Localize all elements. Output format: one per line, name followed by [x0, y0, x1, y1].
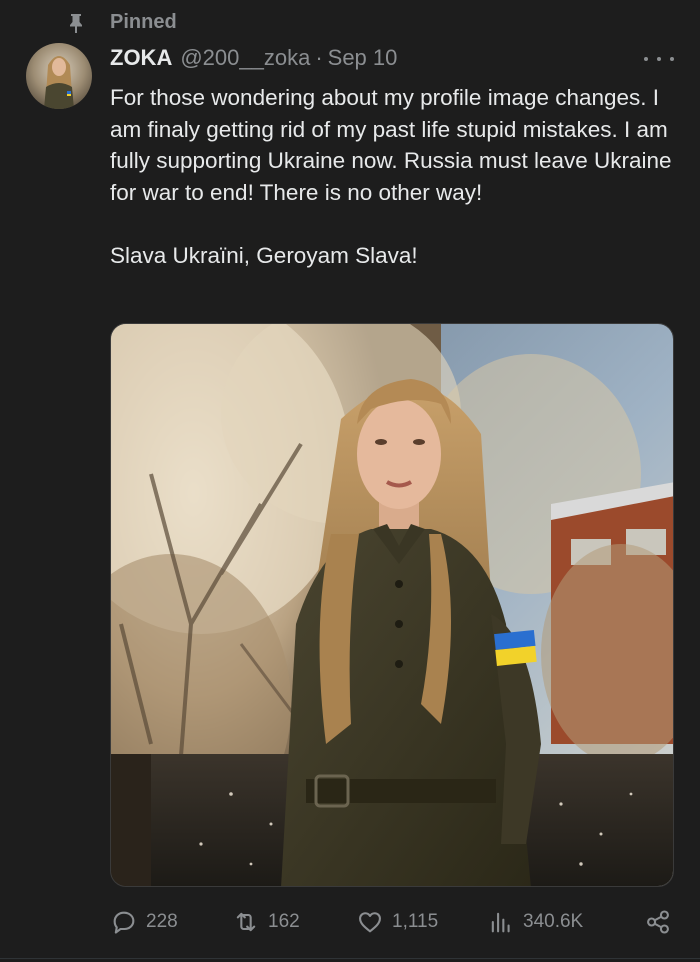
reply-icon — [113, 911, 135, 934]
more-dot-icon — [670, 57, 674, 61]
like-count: 1,115 — [392, 911, 439, 932]
tweet-date[interactable]: Sep 10 — [328, 45, 398, 71]
pinned-indicator — [66, 10, 86, 36]
repost-count: 162 — [268, 911, 300, 932]
tweet-header: ZOKA @200__zoka · Sep 10 — [110, 45, 397, 73]
repost-button[interactable]: 162 — [232, 904, 300, 940]
avatar[interactable] — [26, 43, 92, 109]
tweet-actions: 228 162 1,115 340.6K — [0, 904, 700, 940]
tweet-text: For those wondering about my profile ima… — [110, 82, 682, 271]
reply-count: 228 — [146, 911, 178, 932]
reply-button[interactable]: 228 — [110, 904, 178, 940]
repost-icon — [236, 912, 256, 932]
pinned-label: Pinned — [110, 11, 177, 33]
user-handle[interactable]: @200__zoka — [180, 45, 310, 71]
more-dot-icon — [644, 57, 648, 61]
share-icon — [647, 910, 669, 934]
views-count: 340.6K — [523, 911, 584, 932]
avatar-image — [26, 43, 92, 109]
more-dot-icon — [657, 57, 661, 61]
tweet-paragraph: Slava Ukraïni, Geroyam Slava! — [110, 242, 418, 268]
display-name[interactable]: ZOKA — [110, 45, 172, 71]
heart-icon — [359, 912, 381, 933]
tweet-paragraph: For those wondering about my profile ima… — [110, 85, 672, 205]
like-button[interactable]: 1,115 — [356, 904, 438, 940]
tweet-image[interactable] — [110, 323, 674, 887]
separator-dot: · — [315, 45, 323, 70]
divider — [0, 958, 700, 959]
views-button[interactable]: 340.6K — [487, 904, 583, 940]
share-button[interactable] — [644, 904, 680, 940]
pin-icon — [70, 14, 82, 33]
views-chart-icon — [491, 912, 510, 933]
portrait-illustration — [111, 324, 673, 886]
more-options-button[interactable] — [644, 52, 674, 66]
